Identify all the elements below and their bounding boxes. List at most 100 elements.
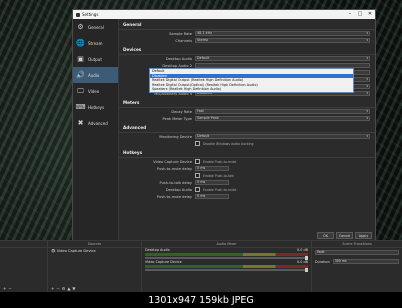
sidebar-item-advanced[interactable]: ✖ Advanced	[73, 115, 118, 131]
settings-window: Settings – □ ✕ ⚙ General 🌐 Stream ▣ Outp…	[72, 9, 376, 242]
down-icon[interactable]: ▼	[72, 286, 75, 291]
close-button[interactable]: ✕	[365, 10, 375, 19]
chevron-down-icon: ▾	[366, 84, 368, 88]
section-heading-meters: Meters	[119, 97, 375, 108]
obs-dock: + − Sources 👁 Video Capture Device + − ⚙…	[0, 240, 402, 293]
desktop-audio-select[interactable]: Default ▾	[195, 56, 370, 61]
chevron-down-icon: ▾	[366, 116, 368, 120]
window-title: Settings	[82, 12, 99, 17]
settings-content: General Sample Rate 48.1 kHz ▾ Channels S…	[119, 19, 375, 228]
desktop-audio2-label: Desktop Audio 2	[162, 63, 192, 68]
enable-ptt-checkbox[interactable]: Enable Push-to-talk	[195, 173, 234, 178]
desktop-audio-dropdown-list: Default Disabled Realtek Digital Output …	[149, 68, 354, 93]
section-heading-advanced: Advanced	[119, 122, 375, 133]
scenes-panel: + −	[0, 241, 48, 293]
peak-meter-label: Peak Meter Type	[162, 116, 192, 121]
ok-button[interactable]: OK	[317, 232, 334, 239]
section-heading-hotkeys: Hotkeys	[119, 147, 375, 158]
section-heading-devices: Devices	[119, 44, 375, 55]
add-icon[interactable]: +	[3, 286, 6, 291]
sources-panel: Sources 👁 Video Capture Device + − ⚙ ▲ ▼	[48, 241, 142, 293]
keyboard-icon: ⌨	[75, 103, 86, 111]
ducking-checkbox[interactable]: Disable Windows audio ducking	[195, 141, 254, 146]
enable-ptm-checkbox[interactable]: Enable Push-to-mute	[195, 159, 236, 164]
duration-input[interactable]: 300 ms	[332, 259, 399, 264]
section-heading-general: General	[119, 19, 375, 30]
peak-meter-select[interactable]: Sample Peak ▾	[195, 116, 370, 121]
transitions-panel: Scene Transitions Fade Duration 300 ms	[312, 241, 402, 293]
image-caption: 1301x947 159kb JPEG	[0, 292, 402, 308]
remove-icon[interactable]: −	[8, 286, 11, 291]
add-icon[interactable]: +	[51, 286, 54, 291]
up-icon[interactable]: ▲	[67, 286, 70, 291]
tools-icon: ✖	[77, 119, 84, 127]
sample-rate-label: Sample Rate	[169, 31, 192, 36]
volume-slider[interactable]	[145, 268, 308, 272]
duration-label: Duration	[315, 259, 330, 264]
sidebar-item-video[interactable]: 🖵 Video	[73, 83, 118, 99]
gear-icon[interactable]: ⚙	[62, 286, 66, 291]
speaker-icon: 🔊	[76, 71, 85, 79]
ptt-delay-label: Push-to-talk delay	[159, 180, 192, 185]
transitions-header: Scene Transitions	[312, 241, 402, 248]
desktop-audio-label: Desktop Audio	[165, 56, 192, 61]
sample-rate-select[interactable]: 48.1 kHz ▾	[195, 31, 370, 36]
volume-meter	[145, 265, 308, 268]
volume-slider[interactable]	[145, 256, 308, 260]
dropdown-option[interactable]: Speakers (Realtek High Definition Audio)	[150, 87, 353, 92]
monitoring-device-label: Monitoring Device	[159, 134, 192, 139]
chevron-down-icon: ▾	[366, 31, 368, 35]
maximize-button[interactable]: □	[355, 10, 365, 19]
channels-select[interactable]: Stereo ▾	[195, 38, 370, 43]
sidebar-item-general[interactable]: ⚙ General	[73, 19, 118, 35]
gear-icon: ⚙	[77, 23, 84, 31]
decay-rate-select[interactable]: Fast ▾	[195, 109, 370, 114]
eye-icon[interactable]: 👁	[51, 249, 56, 253]
chevron-down-icon: ▾	[366, 38, 368, 42]
mixer-channel-label: Video Capture Device	[145, 260, 182, 264]
output-icon: ▣	[77, 55, 84, 63]
monitor-icon: 🖵	[77, 86, 84, 95]
transition-select[interactable]: Fade	[315, 250, 399, 255]
sidebar-item-label: General	[88, 24, 104, 30]
volume-meter	[145, 253, 308, 256]
apply-button[interactable]: Apply	[355, 232, 372, 239]
ptm-delay-label: Push-to-mute delay	[156, 166, 192, 171]
sidebar-item-label: Advanced	[88, 120, 108, 126]
chevron-down-icon: ▾	[366, 134, 368, 138]
ptm-delay-desktop-label: Push-to-mute delay	[156, 194, 192, 199]
ptm-delay-input[interactable]: 0 ms	[195, 166, 229, 171]
mixer-channel-label: Desktop Audio	[145, 248, 170, 252]
mixer-channel-db: 0.0 dB	[297, 260, 308, 264]
cancel-button[interactable]: Cancel	[336, 232, 353, 239]
audio-mixer-panel: Audio Mixer Desktop Audio 0.0 dB Video C…	[142, 241, 312, 293]
dialog-footer: OK Cancel Apply	[317, 232, 372, 239]
sidebar-item-audio[interactable]: 🔊 Audio	[73, 67, 118, 83]
monitoring-device-select[interactable]: Default ▾	[195, 134, 370, 139]
window-titlebar: Settings – □ ✕	[73, 10, 375, 19]
source-item[interactable]: 👁 Video Capture Device	[48, 248, 141, 254]
sidebar-item-hotkeys[interactable]: ⌨ Hotkeys	[73, 99, 118, 115]
mixer-channel-db: 0.0 dB	[297, 248, 308, 252]
settings-sidebar: ⚙ General 🌐 Stream ▣ Output 🔊 Audio 🖵 Vi…	[73, 19, 119, 241]
sidebar-item-stream[interactable]: 🌐 Stream	[73, 35, 118, 51]
hotkey-desktop-label: Desktop Audio	[165, 187, 192, 192]
sidebar-item-label: Audio	[88, 72, 100, 78]
chevron-down-icon: ▾	[366, 109, 368, 113]
hotkey-vcd-label: Video Capture Device	[153, 159, 192, 164]
mixer-header: Audio Mixer	[142, 241, 311, 248]
globe-icon: 🌐	[76, 39, 85, 47]
chevron-down-icon: ▾	[366, 91, 368, 95]
ptt-delay-input[interactable]: 0 ms	[195, 180, 229, 185]
remove-icon[interactable]: −	[56, 286, 59, 291]
minimize-button[interactable]: –	[345, 10, 355, 19]
chevron-down-icon: ▾	[366, 56, 368, 60]
sidebar-item-output[interactable]: ▣ Output	[73, 51, 118, 67]
sidebar-item-label: Hotkeys	[88, 104, 105, 110]
ducking-label: Disable Windows audio ducking	[203, 141, 254, 146]
channels-label: Channels	[175, 38, 192, 43]
enable-ptm-desktop-checkbox[interactable]: Enable Push-to-mute	[195, 187, 236, 192]
decay-rate-label: Decay Rate	[171, 109, 192, 114]
sidebar-item-label: Stream	[88, 40, 103, 46]
ptm-delay-desktop-input[interactable]: 0 ms	[195, 194, 229, 199]
